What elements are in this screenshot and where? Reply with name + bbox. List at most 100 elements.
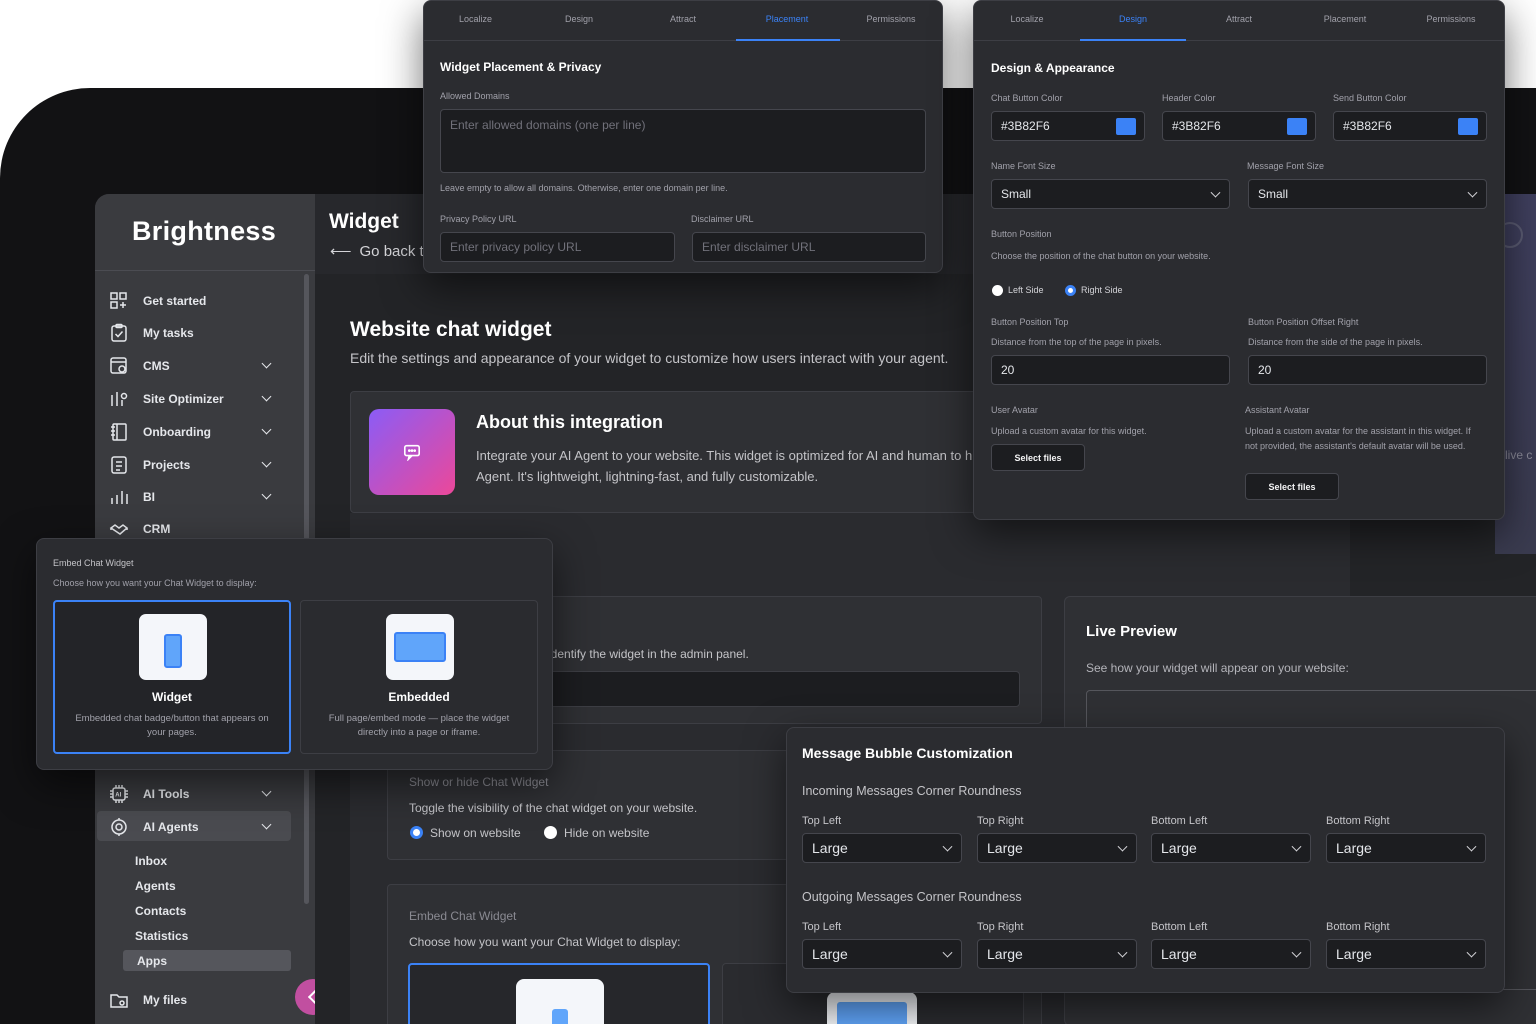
sidebar-item-cms[interactable]: CMS <box>95 353 295 379</box>
embedded-thumbnail <box>827 992 917 1024</box>
back-link[interactable]: ⟵ Go back to <box>330 242 432 260</box>
sidebar-item-site-optimizer[interactable]: Site Optimizer <box>95 386 295 412</box>
section-subheading: Edit the settings and appearance of your… <box>350 350 949 366</box>
sidebar-subitem-inbox[interactable]: Inbox <box>135 854 167 868</box>
placement-title: Widget Placement & Privacy <box>440 60 602 74</box>
privacy-policy-label: Privacy Policy URL <box>440 214 517 224</box>
sidebar-subitem-apps[interactable]: Apps <box>137 954 167 968</box>
chat-button-color-value: #3B82F6 <box>1001 119 1050 133</box>
sidebar-subitem-contacts[interactable]: Contacts <box>135 904 186 918</box>
hide-on-website-radio[interactable] <box>544 826 557 839</box>
embed-option-embedded[interactable]: Embedded Full page/embed mode — place th… <box>300 600 538 754</box>
sidebar-item-label: BI <box>143 490 155 504</box>
disclaimer-placeholder: Enter disclaimer URL <box>702 240 816 254</box>
left-side-label: Left Side <box>1008 285 1044 295</box>
sidebar-item-projects[interactable]: Projects <box>95 452 295 478</box>
chat-button-color-label: Chat Button Color <box>991 93 1063 103</box>
embed-option-widget[interactable]: Widget Embedded chat badge/button that a… <box>53 600 291 754</box>
browser-icon <box>837 1002 907 1024</box>
color-swatch[interactable] <box>1116 118 1136 135</box>
sidebar-item-get-started[interactable]: Get started <box>95 288 295 314</box>
widget-name-input[interactable] <box>548 671 1020 707</box>
top-right-select[interactable]: Large <box>977 833 1137 863</box>
sidebar-subitem-statistics[interactable]: Statistics <box>135 929 188 943</box>
ai-chip-icon: AI <box>110 785 128 803</box>
chevron-down-icon <box>1117 947 1128 958</box>
sidebar-item-my-tasks[interactable]: My tasks <box>95 320 295 346</box>
color-swatch[interactable] <box>1287 118 1307 135</box>
chevron-down-icon <box>261 424 272 435</box>
tab-attract[interactable]: Attract <box>631 14 735 24</box>
tab-design[interactable]: Design <box>1080 14 1186 24</box>
tab-permissions[interactable]: Permissions <box>839 14 942 24</box>
bar-chart-icon <box>111 491 128 504</box>
placement-tabs: Localize Design Attract Placement Permis… <box>424 1 942 41</box>
tab-localize[interactable]: Localize <box>974 14 1080 24</box>
sidebar-item-onboarding[interactable]: Onboarding <box>95 419 295 445</box>
message-font-size-label: Message Font Size <box>1247 161 1325 171</box>
tab-placement[interactable]: Placement <box>1292 14 1398 24</box>
phone-icon <box>552 1009 568 1024</box>
top-left-select[interactable]: Large <box>802 939 962 969</box>
allowed-domains-textarea[interactable]: Enter allowed domains (one per line) <box>440 109 926 173</box>
embed-option-title: Widget <box>152 690 192 704</box>
chevron-down-icon <box>261 391 272 402</box>
back-link-label: Go back to <box>359 243 433 260</box>
top-right-label: Top Right <box>977 921 1024 933</box>
button-position-desc: Choose the position of the chat button o… <box>991 251 1211 261</box>
sidebar-subitem-agents[interactable]: Agents <box>135 879 176 893</box>
sidebar-item-bi[interactable]: BI <box>95 484 295 510</box>
bubble-panel: Message Bubble Customization Incoming Me… <box>786 727 1505 993</box>
position-top-input[interactable]: 20 <box>991 355 1230 385</box>
message-font-size-select[interactable]: Small <box>1248 179 1487 209</box>
disclaimer-input[interactable]: Enter disclaimer URL <box>692 232 926 262</box>
embed-option-widget[interactable] <box>408 963 710 1024</box>
sidebar-item-my-files[interactable]: My files <box>95 987 295 1013</box>
chevron-down-icon <box>261 358 272 369</box>
chevron-down-icon <box>1466 947 1477 958</box>
assistant-avatar-select-files-button[interactable]: Select files <box>1245 473 1339 500</box>
sidebar-item-label: AI Agents <box>143 820 199 834</box>
send-button-color-value: #3B82F6 <box>1343 119 1392 133</box>
bottom-right-select[interactable]: Large <box>1326 833 1486 863</box>
send-button-color-label: Send Button Color <box>1333 93 1407 103</box>
sidebar-item-label: CMS <box>143 359 170 373</box>
bottom-left-label: Bottom Left <box>1151 921 1208 933</box>
sidebar-item-ai-tools[interactable]: AI AI Tools <box>95 781 295 807</box>
chat-button-color-input[interactable]: #3B82F6 <box>991 111 1145 141</box>
left-side-radio[interactable] <box>992 285 1003 296</box>
show-on-website-radio[interactable] <box>410 826 423 839</box>
user-avatar-label: User Avatar <box>991 405 1038 415</box>
tab-permissions[interactable]: Permissions <box>1398 14 1504 24</box>
tab-attract[interactable]: Attract <box>1186 14 1292 24</box>
tab-design[interactable]: Design <box>527 14 631 24</box>
position-top-label: Button Position Top <box>991 317 1069 327</box>
live-preview-desc: See how your widget will appear on your … <box>1086 661 1349 675</box>
top-right-select[interactable]: Large <box>977 939 1137 969</box>
user-avatar-select-files-button[interactable]: Select files <box>991 444 1085 471</box>
send-button-color-input[interactable]: #3B82F6 <box>1333 111 1487 141</box>
color-swatch[interactable] <box>1458 118 1478 135</box>
embed-panel: Embed Chat Widget Choose how you want yo… <box>36 538 553 770</box>
top-left-select[interactable]: Large <box>802 833 962 863</box>
assistant-avatar-desc: Upload a custom avatar for the assistant… <box>1245 426 1471 451</box>
show-on-website-label: Show on website <box>430 826 521 840</box>
sidebar-item-label: AI Tools <box>143 787 190 801</box>
name-font-size-select[interactable]: Small <box>991 179 1230 209</box>
bottom-left-select[interactable]: Large <box>1151 939 1311 969</box>
outgoing-label: Outgoing Messages Corner Roundness <box>802 890 1022 904</box>
right-side-radio[interactable] <box>1065 285 1076 296</box>
offset-right-input[interactable]: 20 <box>1248 355 1487 385</box>
bottom-left-select[interactable]: Large <box>1151 833 1311 863</box>
privacy-policy-input[interactable]: Enter privacy policy URL <box>440 232 675 262</box>
bottom-right-select[interactable]: Large <box>1326 939 1486 969</box>
brand-logo[interactable]: Brightness <box>132 216 276 247</box>
sidebar-item-ai-agents[interactable]: AI Agents <box>95 814 295 840</box>
section-heading: Website chat widget <box>350 318 552 341</box>
chevron-down-icon <box>942 947 953 958</box>
tab-localize[interactable]: Localize <box>424 14 527 24</box>
allowed-domains-placeholder: Enter allowed domains (one per line) <box>450 118 646 132</box>
position-top-desc: Distance from the top of the page in pix… <box>991 337 1162 347</box>
tab-placement[interactable]: Placement <box>735 14 839 24</box>
header-color-input[interactable]: #3B82F6 <box>1162 111 1316 141</box>
